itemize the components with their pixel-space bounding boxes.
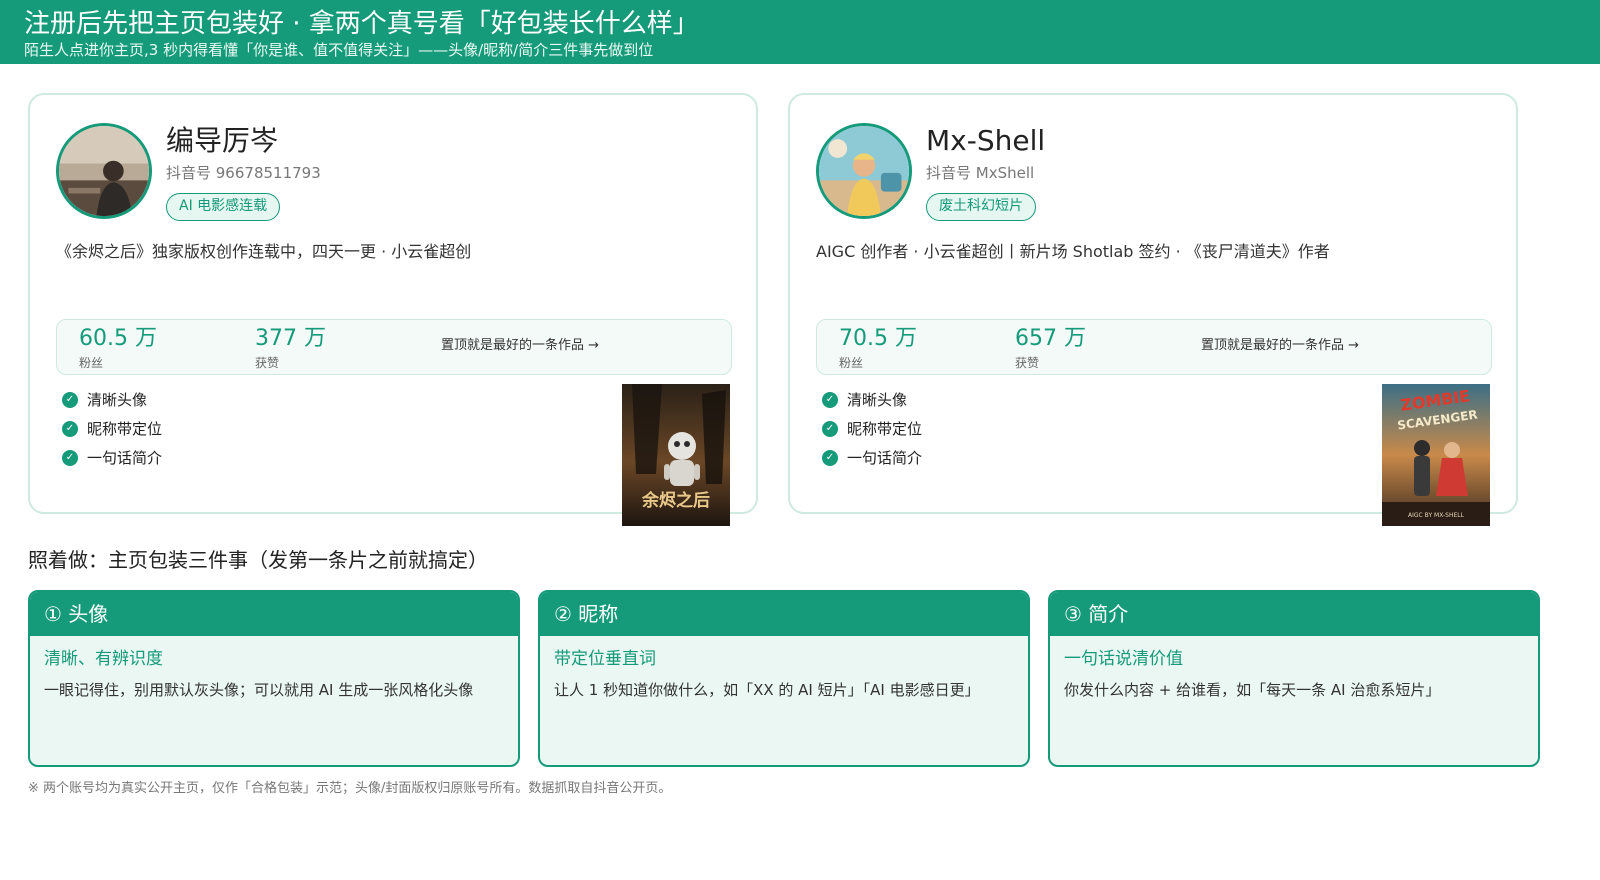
check-label: 清晰头像 <box>847 391 908 409</box>
avatar-photo-icon <box>819 126 909 216</box>
profile-name: Mx-Shell <box>926 124 1046 157</box>
check-item: ✓ 清晰头像 <box>62 385 162 414</box>
followers-label: 粉丝 <box>79 356 104 370</box>
profile-tag: 废土科幻短片 <box>926 193 1036 221</box>
step-subtitle: 清晰、有辨识度 <box>44 649 163 669</box>
check-item: ✓ 昵称带定位 <box>822 414 922 443</box>
account-id: 抖音号 MxShell <box>926 164 1035 182</box>
profile-tag: AI 电影感连载 <box>166 193 281 221</box>
followers-value: 60.5 万 <box>79 326 157 351</box>
section-title: 照着做：主页包装三件事（发第一条片之前就搞定） <box>28 548 488 572</box>
step-subtitle: 带定位垂直词 <box>554 649 656 669</box>
checklist: ✓ 清晰头像 ✓ 昵称带定位 ✓ 一句话简介 <box>822 385 922 472</box>
step-subtitle: 一句话说清价值 <box>1064 649 1183 669</box>
account-id: 抖音号 96678511793 <box>166 164 321 182</box>
step-heading: ③ 简介 <box>1050 592 1538 636</box>
profile-bio: AIGC 创作者 · 小云雀超创丨新片场 Shotlab 签约 · 《丧尸清道夫… <box>816 242 1330 261</box>
pinned-video-poster[interactable]: ZOMBIE SCAVENGER AIGC BY MX-SHELL <box>1382 384 1490 526</box>
check-circle-icon: ✓ <box>62 449 78 466</box>
banner-subtitle: 陌生人点进你主页,3 秒内得看懂「你是谁、值不值得关注」——头像/昵称/简介三件… <box>24 41 654 59</box>
likes-value: 377 万 <box>255 326 326 351</box>
stats-bar: 60.5 万 粉丝 377 万 获赞 置顶就是最好的一条作品 → <box>56 319 732 375</box>
check-label: 一句话简介 <box>847 449 923 467</box>
followers-value: 70.5 万 <box>839 326 917 351</box>
profile-bio: 《余烬之后》独家版权创作连载中，四天一更 · 小云雀超创 <box>56 242 472 261</box>
avatar[interactable] <box>56 123 152 219</box>
pinned-hint[interactable]: 置顶就是最好的一条作品 → <box>441 336 599 356</box>
step-heading: ① 头像 <box>30 592 518 636</box>
check-label: 一句话简介 <box>87 449 163 467</box>
step-body: 你发什么内容 + 给谁看，如「每天一条 AI 治愈系短片」 <box>1064 681 1441 699</box>
check-label: 清晰头像 <box>87 391 148 409</box>
check-circle-icon: ✓ <box>822 391 838 408</box>
check-item: ✓ 一句话简介 <box>62 443 162 472</box>
check-item: ✓ 清晰头像 <box>822 385 922 414</box>
pinned-hint[interactable]: 置顶就是最好的一条作品 → <box>1201 336 1359 356</box>
stats-bar: 70.5 万 粉丝 657 万 获赞 置顶就是最好的一条作品 → <box>816 319 1492 375</box>
step-card-nickname: ② 昵称 带定位垂直词 让人 1 秒知道你做什么，如「XX 的 AI 短片」「A… <box>538 590 1030 767</box>
check-circle-icon: ✓ <box>62 420 78 437</box>
check-circle-icon: ✓ <box>822 420 838 437</box>
poster-image: ZOMBIE SCAVENGER AIGC BY MX-SHELL <box>1382 384 1490 526</box>
profile-name: 编导厉岑 <box>166 124 279 157</box>
avatar-photo-icon <box>59 126 149 216</box>
check-circle-icon: ✓ <box>822 449 838 466</box>
checklist: ✓ 清晰头像 ✓ 昵称带定位 ✓ 一句话简介 <box>62 385 162 472</box>
profile-card-1: 编导厉岑 抖音号 96678511793 AI 电影感连载 《余烬之后》独家版权… <box>28 93 758 526</box>
likes-label: 获赞 <box>255 356 280 370</box>
check-item: ✓ 昵称带定位 <box>62 414 162 443</box>
step-body: 一眼记得住，别用默认灰头像；可以就用 AI 生成一张风格化头像 <box>44 681 474 699</box>
step-body: 让人 1 秒知道你做什么，如「XX 的 AI 短片」「AI 电影感日更」 <box>554 681 980 699</box>
step-card-bio: ③ 简介 一句话说清价值 你发什么内容 + 给谁看，如「每天一条 AI 治愈系短… <box>1048 590 1540 767</box>
footnote: ※ 两个账号均为真实公开主页，仅作「合格包装」示范；头像/封面版权归原账号所有。… <box>28 781 672 796</box>
check-label: 昵称带定位 <box>87 420 163 438</box>
pinned-video-poster[interactable]: 余烬之后 <box>622 384 730 526</box>
step-card-avatar: ① 头像 清晰、有辨识度 一眼记得住，别用默认灰头像；可以就用 AI 生成一张风… <box>28 590 520 767</box>
top-banner: 注册后先把主页包装好 · 拿两个真号看「好包装长什么样」 陌生人点进你主页,3 … <box>0 0 1600 64</box>
followers-label: 粉丝 <box>839 356 864 370</box>
likes-label: 获赞 <box>1015 356 1040 370</box>
likes-value: 657 万 <box>1015 326 1086 351</box>
poster-image: 余烬之后 <box>622 384 730 526</box>
profile-card-2: Mx-Shell 抖音号 MxShell 废土科幻短片 AIGC 创作者 · 小… <box>788 93 1518 526</box>
step-heading: ② 昵称 <box>540 592 1028 636</box>
avatar[interactable] <box>816 123 912 219</box>
banner-title: 注册后先把主页包装好 · 拿两个真号看「好包装长什么样」 <box>24 9 699 39</box>
poster-title: 余烬之后 <box>641 490 710 511</box>
check-label: 昵称带定位 <box>847 420 923 438</box>
check-circle-icon: ✓ <box>62 391 78 408</box>
svg-text:AIGC BY MX-SHELL: AIGC BY MX-SHELL <box>1408 512 1465 519</box>
check-item: ✓ 一句话简介 <box>822 443 922 472</box>
